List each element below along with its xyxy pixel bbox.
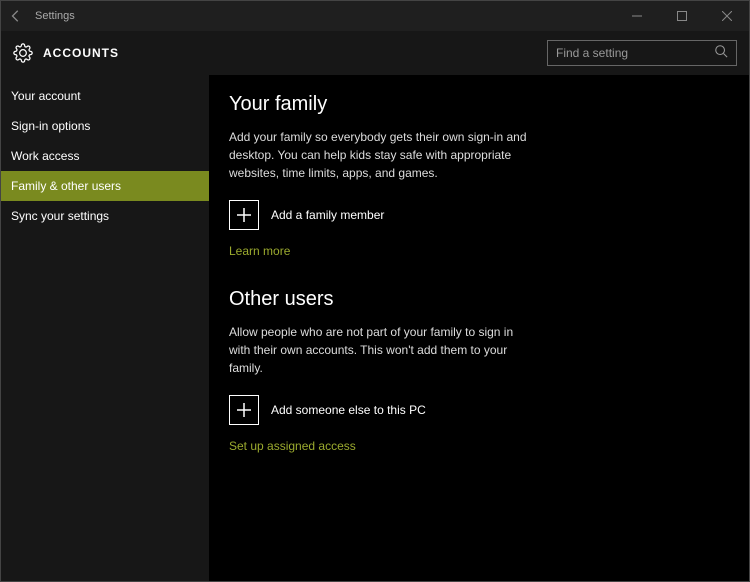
add-family-label: Add a family member bbox=[271, 208, 384, 222]
page-title: ACCOUNTS bbox=[43, 46, 119, 60]
learn-more-link[interactable]: Learn more bbox=[229, 244, 290, 258]
minimize-button[interactable] bbox=[614, 1, 659, 31]
other-description: Allow people who are not part of your fa… bbox=[229, 323, 529, 377]
sidebar: Your account Sign-in options Work access… bbox=[1, 75, 209, 581]
close-button[interactable] bbox=[704, 1, 749, 31]
back-button[interactable] bbox=[7, 7, 25, 25]
family-description: Add your family so everybody gets their … bbox=[229, 128, 529, 182]
maximize-button[interactable] bbox=[659, 1, 704, 31]
section-your-family: Your family Add your family so everybody… bbox=[229, 93, 729, 260]
assigned-access-link[interactable]: Set up assigned access bbox=[229, 439, 356, 453]
sidebar-item-sync-settings[interactable]: Sync your settings bbox=[1, 201, 209, 231]
window-title: Settings bbox=[35, 10, 75, 22]
sidebar-item-label: Work access bbox=[11, 149, 79, 163]
plus-icon bbox=[229, 200, 259, 230]
sidebar-item-label: Your account bbox=[11, 89, 81, 103]
titlebar: Settings bbox=[1, 1, 749, 31]
body: Your account Sign-in options Work access… bbox=[1, 75, 749, 581]
sidebar-item-label: Family & other users bbox=[11, 179, 121, 193]
section-other-users: Other users Allow people who are not par… bbox=[229, 288, 729, 455]
header: ACCOUNTS bbox=[1, 31, 749, 75]
sidebar-item-signin-options[interactable]: Sign-in options bbox=[1, 111, 209, 141]
add-other-user-button[interactable]: Add someone else to this PC bbox=[229, 395, 729, 425]
family-heading: Your family bbox=[229, 93, 729, 116]
add-family-member-button[interactable]: Add a family member bbox=[229, 200, 729, 230]
other-heading: Other users bbox=[229, 288, 729, 311]
sidebar-item-label: Sign-in options bbox=[11, 119, 90, 133]
gear-icon bbox=[13, 43, 33, 63]
plus-icon bbox=[229, 395, 259, 425]
sidebar-item-work-access[interactable]: Work access bbox=[1, 141, 209, 171]
content: Your family Add your family so everybody… bbox=[209, 75, 749, 581]
sidebar-item-family-other-users[interactable]: Family & other users bbox=[1, 171, 209, 201]
search-input[interactable] bbox=[556, 46, 714, 60]
header-left: ACCOUNTS bbox=[13, 43, 119, 63]
window-controls bbox=[614, 1, 749, 31]
search-icon bbox=[714, 44, 728, 63]
sidebar-item-your-account[interactable]: Your account bbox=[1, 81, 209, 111]
sidebar-item-label: Sync your settings bbox=[11, 209, 109, 223]
search-box[interactable] bbox=[547, 40, 737, 66]
titlebar-left: Settings bbox=[7, 7, 75, 25]
add-other-label: Add someone else to this PC bbox=[271, 403, 426, 417]
